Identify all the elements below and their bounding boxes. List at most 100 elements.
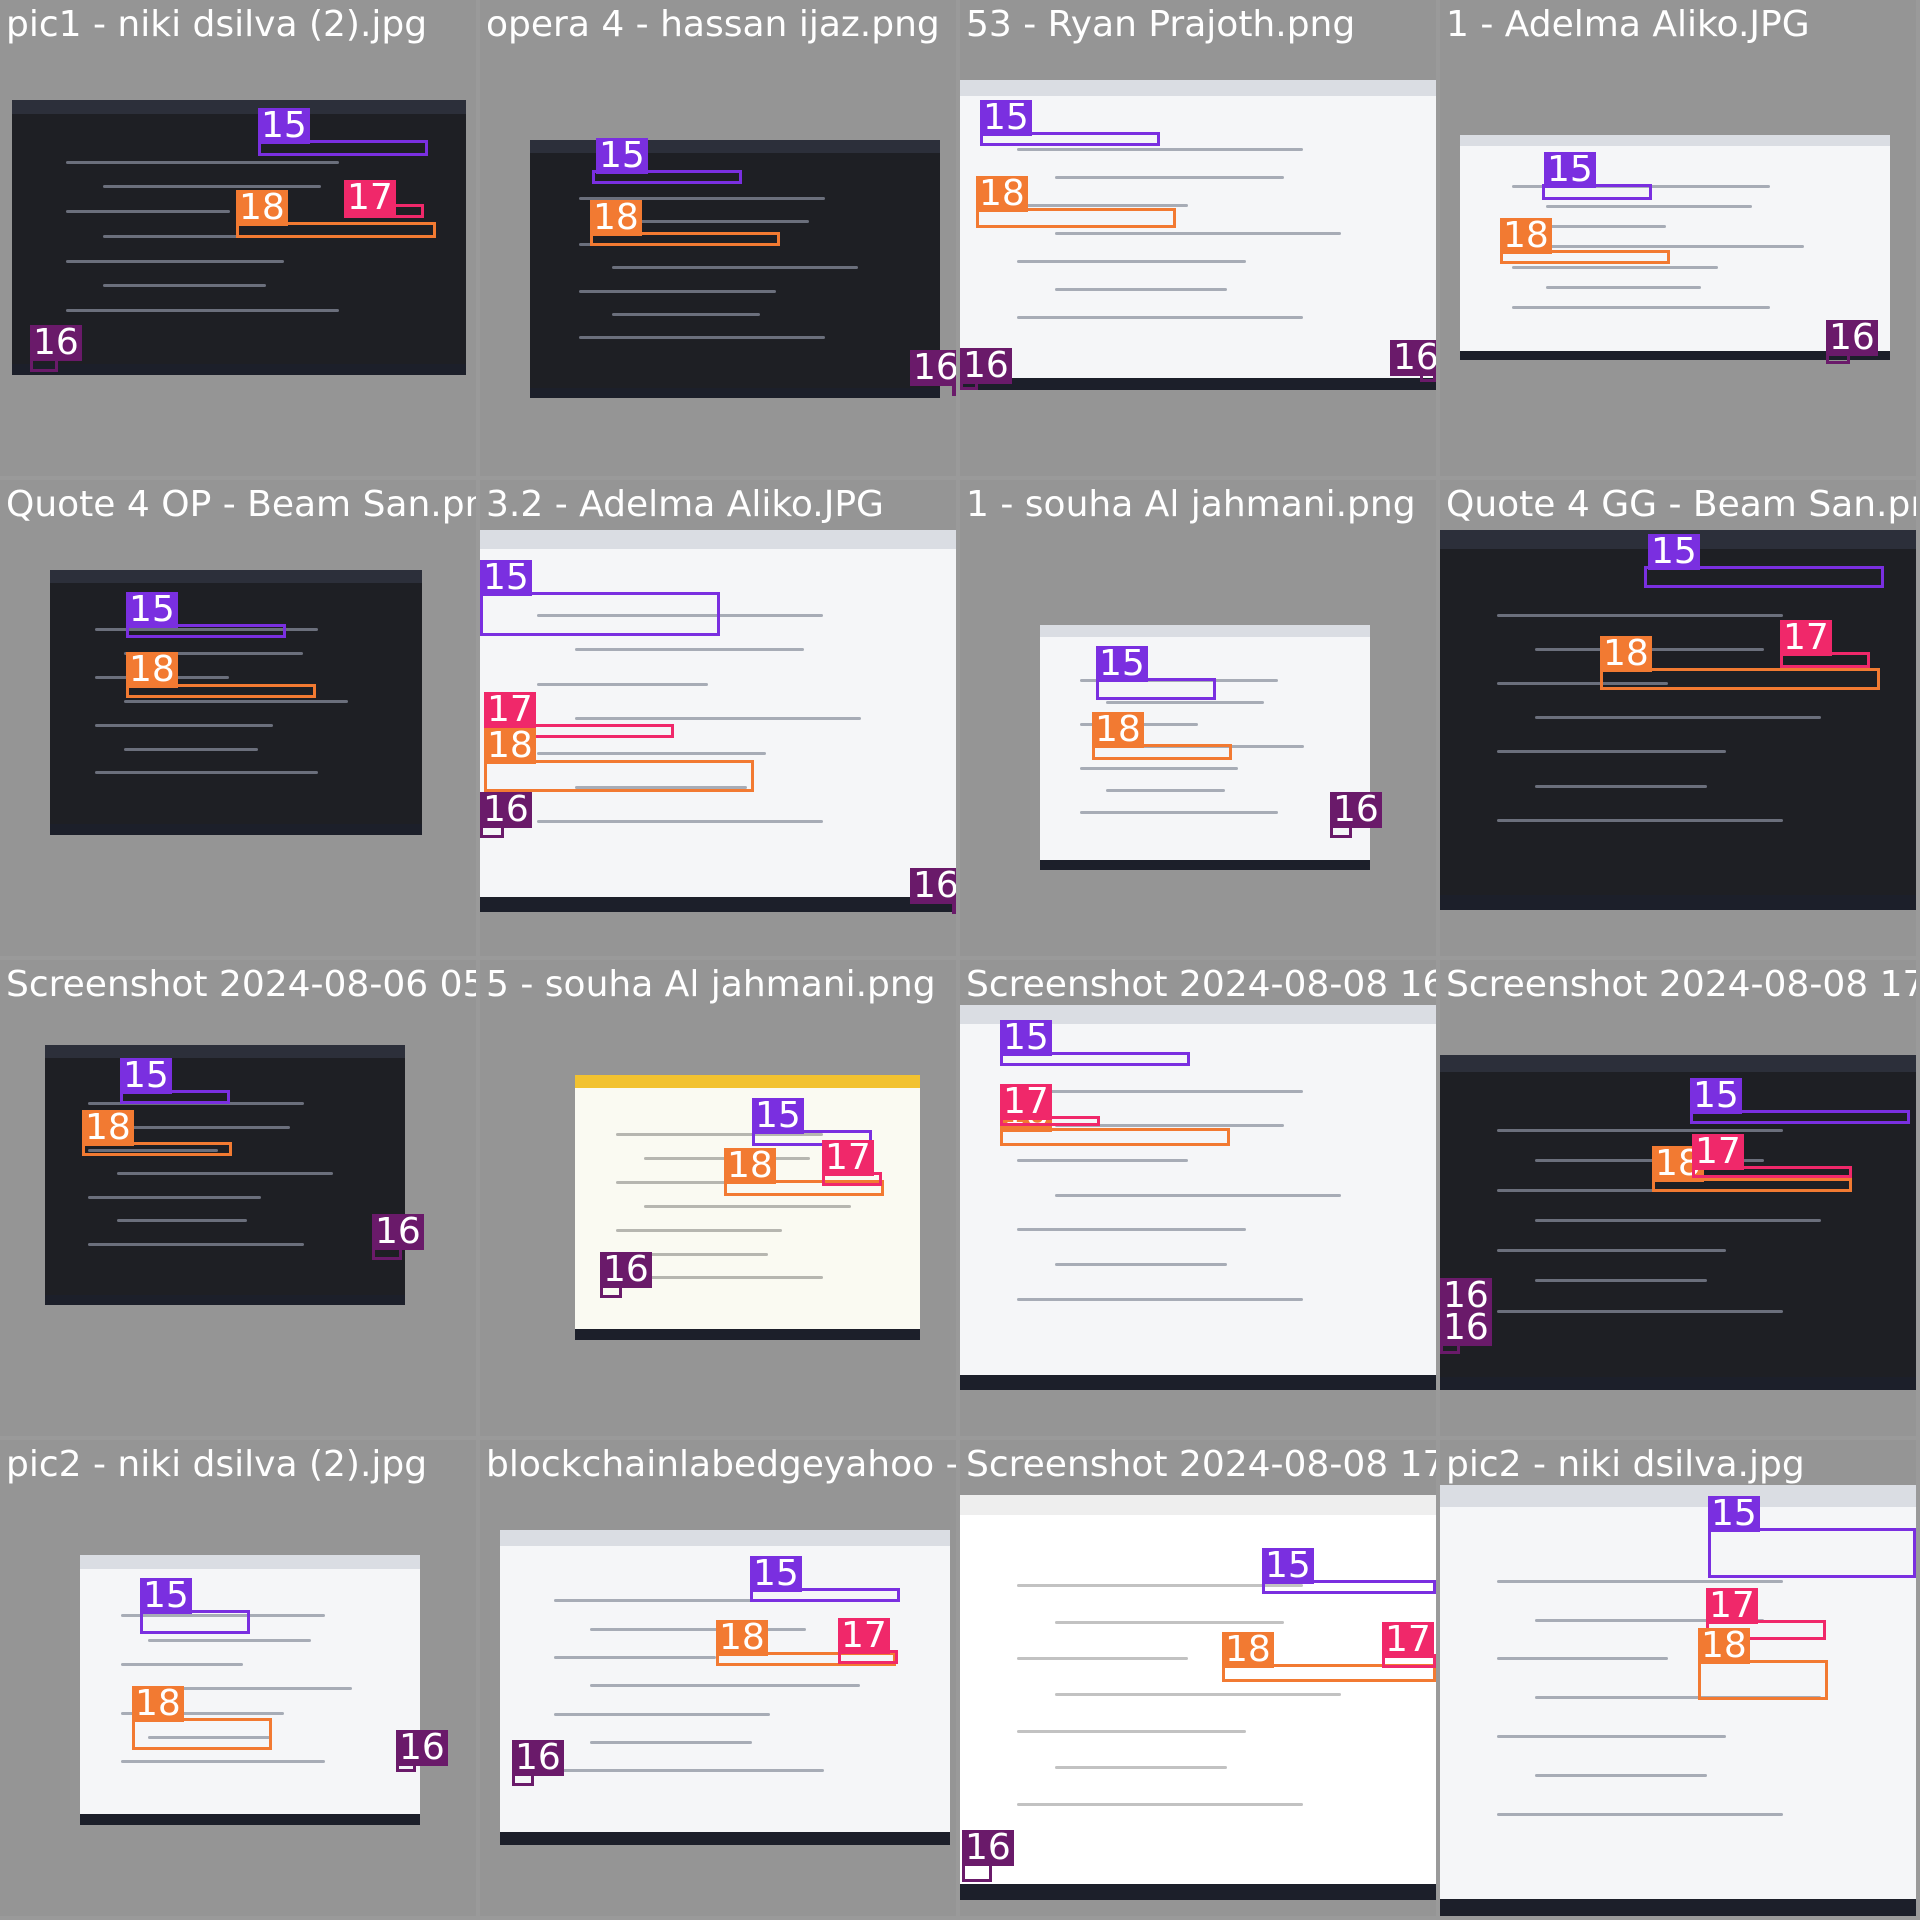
text-line — [66, 160, 339, 164]
text-line — [66, 259, 285, 263]
annotation-label-16: 16 — [910, 350, 956, 386]
browser-tab-bar — [1440, 1485, 1916, 1507]
annotation-label-18: 18 — [484, 728, 536, 764]
annotation-label-15: 15 — [752, 1098, 804, 1134]
file-caption: blockchainlabedgeyahoo - Ashwin Vairavan — [486, 1444, 956, 1485]
annotation-label-18: 18 — [132, 1686, 184, 1722]
annotation-label-16: 16 — [600, 1252, 652, 1288]
text-line — [1055, 1620, 1284, 1624]
grid-tile: pic1 - niki dsilva (2).jpg 15 18 17 16 — [0, 0, 476, 476]
text-line — [1017, 1297, 1303, 1301]
grid-tile: 5 - souha Al jahmani.png 15 18 17 16 — [480, 960, 956, 1436]
annotation-box-18 — [1698, 1660, 1828, 1700]
grid-tile: 1 - Adelma Aliko.JPG 15 18 16 — [1440, 0, 1916, 476]
grid-tile: 1 - souha Al jahmani.png 15 18 16 — [960, 480, 1436, 956]
text-line — [117, 1125, 290, 1129]
screenshot-thumbnail — [500, 1530, 950, 1845]
text-line — [554, 1769, 824, 1773]
text-line — [1546, 245, 1804, 249]
text-line — [1017, 148, 1303, 152]
text-line — [1017, 1159, 1189, 1162]
grid-tile: Screenshot 2024-08-06 055405.png 15 18 16 — [0, 960, 476, 1436]
taskbar — [1440, 894, 1916, 910]
image-grid: pic1 - niki dsilva (2).jpg 15 18 17 16 opera … — [0, 0, 1920, 1920]
annotation-label-15: 15 — [480, 560, 532, 596]
annotation-label-18: 18 — [82, 1110, 134, 1146]
grid-tile: blockchainlabedgeyahoo - Ashwin Vairavan… — [480, 1440, 956, 1916]
annotation-label-18: 18 — [724, 1148, 776, 1184]
screenshot-thumbnail — [480, 530, 956, 912]
annotation-label-15: 15 — [126, 592, 178, 628]
annotation-label-18: 18 — [1600, 636, 1652, 672]
taskbar — [960, 1883, 1436, 1900]
text-line — [94, 723, 274, 727]
text-line — [616, 1181, 741, 1184]
text-line — [1017, 259, 1246, 263]
text-line — [88, 1195, 261, 1199]
text-line — [1055, 1693, 1341, 1697]
taskbar — [530, 387, 940, 398]
text-line — [1497, 1657, 1669, 1661]
grid-tile: pic2 - niki dsilva (2).jpg 15 18 16 — [0, 1440, 476, 1916]
text-line — [1079, 811, 1278, 815]
text-line — [1017, 1802, 1303, 1806]
file-caption: pic2 - niki dsilva.jpg — [1446, 1444, 1805, 1485]
browser-tab-bar — [12, 100, 466, 114]
text-line — [1546, 204, 1753, 208]
screenshot-thumbnail — [1440, 1055, 1916, 1390]
annotation-label-15: 15 — [120, 1058, 172, 1094]
browser-tab-bar — [1460, 135, 1890, 147]
file-caption: 1 - souha Al jahmani.png — [966, 484, 1416, 525]
text-line — [1497, 1189, 1669, 1192]
file-caption: 1 - Adelma Aliko.JPG — [1446, 4, 1810, 45]
text-line — [1497, 1309, 1783, 1313]
text-line — [1055, 176, 1284, 180]
text-line — [1017, 315, 1303, 319]
taskbar — [960, 377, 1436, 390]
text-line — [1497, 1734, 1726, 1738]
browser-tab-bar — [575, 1075, 920, 1089]
annotation-label-15: 15 — [1262, 1548, 1314, 1584]
browser-tab-bar — [960, 80, 1436, 96]
annotation-label-16: 16 — [512, 1740, 564, 1776]
file-caption: pic2 - niki dsilva (2).jpg — [6, 1444, 428, 1485]
grid-tile: opera 4 - hassan ijaz.png 15 18 16 — [480, 0, 956, 476]
text-line — [1497, 818, 1783, 822]
text-line — [554, 1656, 716, 1659]
text-line — [1535, 1219, 1821, 1223]
text-line — [579, 289, 776, 293]
text-line — [1535, 716, 1821, 720]
taskbar — [575, 1329, 920, 1340]
annotation-label-15: 15 — [1690, 1078, 1742, 1114]
annotation-box-15 — [480, 592, 720, 636]
annotation-label-16: 16 — [372, 1214, 424, 1250]
annotation-label-17: 17 — [822, 1140, 874, 1176]
annotation-label-17: 17 — [838, 1618, 890, 1654]
grid-tile: Quote 4 OP - Beam San.png 15 18 — [0, 480, 476, 956]
text-line — [579, 336, 826, 340]
taskbar — [12, 364, 466, 375]
screenshot-thumbnail — [80, 1555, 420, 1825]
text-line — [117, 1172, 333, 1176]
text-line — [1535, 784, 1707, 788]
text-line — [554, 1712, 770, 1716]
text-line — [616, 1228, 782, 1232]
browser-tab-bar — [1440, 1055, 1916, 1072]
text-line — [1497, 1579, 1783, 1583]
screenshot-thumbnail — [50, 570, 422, 835]
taskbar — [80, 1814, 420, 1825]
annotation-label-17: 17 — [1706, 1588, 1758, 1624]
text-line — [1511, 306, 1770, 309]
annotation-label-15: 15 — [258, 108, 310, 144]
text-line — [1017, 1228, 1246, 1232]
browser-tab-bar — [530, 140, 940, 153]
text-line — [1106, 700, 1265, 704]
text-line — [1017, 1729, 1246, 1733]
file-caption: Screenshot 2024-08-08 171036 — [1446, 964, 1916, 1005]
text-line — [1017, 1657, 1189, 1660]
file-caption: opera 4 - hassan ijaz.png — [486, 4, 940, 45]
taskbar — [45, 1294, 405, 1305]
text-line — [644, 1252, 769, 1256]
annotation-label-16: 16 — [1440, 1310, 1492, 1346]
annotation-label-18: 18 — [1500, 218, 1552, 254]
